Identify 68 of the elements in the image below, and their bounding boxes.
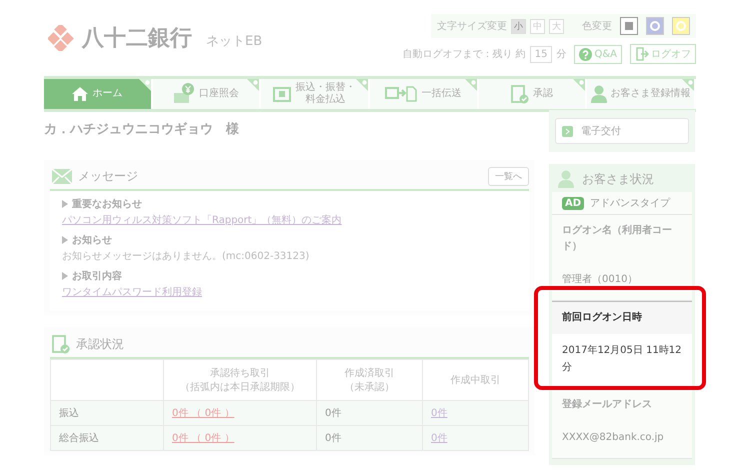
row-label: 振込 <box>59 408 79 419</box>
e-delivery-button[interactable]: 電子交付 <box>555 118 689 144</box>
row-label: 総合振込 <box>59 433 99 444</box>
chevron-right-icon <box>562 126 573 136</box>
panel-title: お客さま状況 <box>582 170 654 188</box>
corner-arrow-icon <box>573 79 586 91</box>
field-label: ログオン名（利用者コード） <box>561 224 673 254</box>
font-size-label: 文字サイズ変更 <box>437 20 507 33</box>
field-label: 前回ログオン日時 <box>552 302 692 334</box>
column-header-note: （未承認） <box>344 380 394 394</box>
panel-title: メッセージ <box>78 168 138 185</box>
section-heading: お取引内容 <box>72 269 122 283</box>
corner-arrow-icon <box>356 79 368 91</box>
logo-icon <box>48 25 74 51</box>
bank-name: 八十二銀行 <box>82 25 192 53</box>
field-value: 2017年12月05日 11時12分 <box>561 344 683 375</box>
message-link[interactable]: ワンタイムパスワード利用登録 <box>62 285 202 299</box>
envelope-icon <box>52 169 72 184</box>
count-link[interactable]: 0件 <box>431 408 448 419</box>
count-link[interactable]: 0件 （ 0件 ） <box>172 433 234 444</box>
atm-icon <box>272 86 291 102</box>
count-link[interactable]: 0件 （ 0件 ） <box>172 408 234 419</box>
monitor-to-document-icon <box>385 86 418 102</box>
nav-tab[interactable]: ホーム <box>44 79 153 109</box>
count-text: 0件 <box>325 408 342 419</box>
corner-arrow-icon <box>138 79 151 91</box>
triangle-bullet-icon <box>62 236 68 244</box>
card-yen-icon <box>173 83 195 105</box>
corner-arrow-icon <box>464 79 477 91</box>
message-text: お知らせメッセージはありません。(mc:0602-33123) <box>62 250 310 263</box>
color-change-label: 色変更 <box>582 20 612 33</box>
section-heading: 重要なお知らせ <box>72 198 142 211</box>
plan-name: アドバンスタイプ <box>590 196 670 210</box>
field-value: 管理者（0010） <box>561 272 638 287</box>
corner-arrow-icon <box>247 79 260 91</box>
clipboard-check-icon <box>511 84 530 104</box>
logoff-button[interactable]: ログオフ <box>630 44 696 64</box>
color-option-button[interactable] <box>620 17 638 35</box>
person-icon <box>558 170 574 188</box>
auto-logoff-label: 自動ログオフまで：残り 約 <box>402 48 526 61</box>
field-value: XXXX@82bank.co.jp <box>561 431 665 445</box>
panel-title: 承認状況 <box>76 336 124 352</box>
clipboard-check-icon <box>52 334 70 354</box>
triangle-bullet-icon <box>62 272 68 280</box>
field-label: 登録メールアドレス <box>560 398 653 412</box>
customer-name: カ．ハチジュウニコウギョウ 様 <box>44 121 240 138</box>
section-heading: お知らせ <box>72 234 112 247</box>
plan-badge: AD <box>562 196 584 210</box>
minutes-remaining: 15 <box>530 46 552 62</box>
count-text: 0件 <box>325 433 342 444</box>
view-all-button[interactable]: 一覧へ <box>488 167 529 186</box>
column-header: 承認待ち取引 <box>210 366 270 380</box>
color-option-button[interactable] <box>672 17 690 35</box>
column-header: 作成中取引 <box>450 374 500 387</box>
triangle-bullet-icon <box>62 200 68 208</box>
font-size-button[interactable]: 小 <box>511 18 526 34</box>
door-exit-icon <box>635 47 649 61</box>
service-name: ネットEB <box>206 33 262 50</box>
minutes-unit: 分 <box>556 48 566 61</box>
help-button[interactable]: Q&A <box>574 44 622 64</box>
column-header: 作成済取引 <box>344 366 394 380</box>
help-icon <box>579 48 592 60</box>
column-header-note: （括弧内は本日承認期限） <box>180 380 300 394</box>
home-icon <box>72 87 88 101</box>
person-icon <box>590 85 607 103</box>
count-link[interactable]: 0件 <box>431 433 448 444</box>
message-link[interactable]: パソコン用ウィルス対策ソフト「Rapport」（無料）のご案内 <box>62 213 342 227</box>
color-option-button[interactable] <box>646 17 664 35</box>
